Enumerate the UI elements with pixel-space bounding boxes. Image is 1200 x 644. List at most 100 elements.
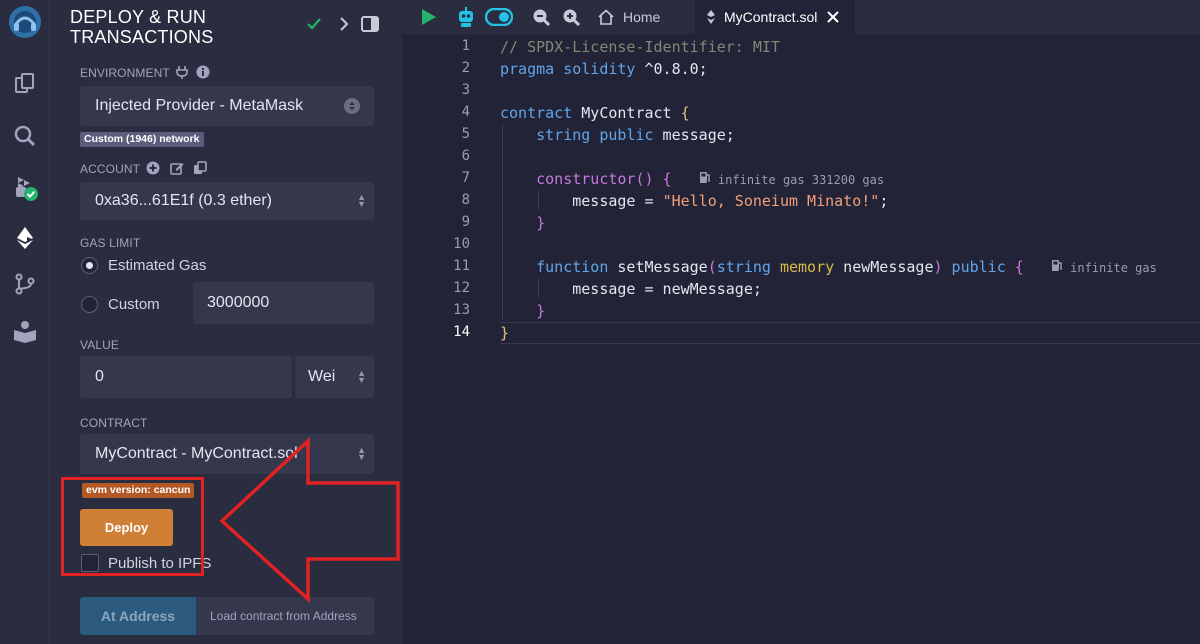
edit-icon[interactable] [170, 161, 184, 180]
deploy-run-icon[interactable] [7, 220, 43, 256]
value-input[interactable]: 0 [80, 356, 292, 398]
account-label: ACCOUNT [80, 162, 141, 176]
line-number: 7 [461, 170, 470, 186]
remix-logo-icon[interactable] [7, 4, 43, 40]
copy-icon[interactable] [193, 161, 207, 180]
code-line: string public message; [500, 124, 735, 146]
line-number: 3 [461, 82, 470, 98]
estimated-gas-label: Estimated Gas [108, 257, 207, 274]
close-icon[interactable] [827, 11, 840, 23]
code-token: () [635, 170, 654, 188]
code-line: // SPDX-License-Identifier: MIT [500, 38, 780, 56]
code-token: setMessage [608, 258, 708, 276]
code-line: contract MyContract { [500, 102, 690, 124]
code-line: pragma solidity ^0.8.0; [500, 58, 708, 80]
zoom-in-icon[interactable] [562, 8, 581, 31]
account-value: 0xa36...61E1f (0.3 ether) [95, 192, 272, 209]
custom-gas-label: Custom [108, 296, 160, 313]
tab-home[interactable]: Home [595, 0, 695, 34]
line-number: 13 [453, 302, 470, 318]
editor-tab-bar: Home MyContract.sol [402, 0, 1200, 34]
ai-assistant-icon[interactable] [456, 6, 476, 33]
code-token: newMessage [834, 258, 934, 276]
code-editor[interactable]: // SPDX-License-Identifier: MIT pragma s… [500, 36, 1157, 342]
code-line: message = "Hello, Soneium Minato!"; [500, 190, 888, 212]
network-badge: Custom (1946) network [80, 132, 204, 147]
tab-home-label: Home [623, 9, 661, 25]
gas-estimate-text: infinite gas [1070, 261, 1157, 275]
value-unit: Wei [308, 368, 336, 385]
line-number: 12 [453, 280, 470, 296]
toggle-panel-icon[interactable] [361, 16, 379, 37]
search-icon[interactable] [7, 118, 43, 154]
gas-limit-input[interactable]: 3000000 [193, 282, 374, 324]
value-unit-select[interactable]: Wei ▲ ▼ [295, 356, 374, 398]
line-number: 1 [461, 38, 470, 54]
info-icon[interactable] [196, 65, 210, 84]
add-account-icon[interactable] [146, 161, 160, 180]
line-number: 11 [453, 258, 470, 274]
code-token: memory [770, 258, 835, 276]
panel-title: DEPLOY & RUN TRANSACTIONS [70, 7, 270, 47]
current-line-highlight [500, 322, 1200, 344]
tab-file-label: MyContract.sol [724, 9, 818, 25]
code-token: ; [879, 192, 889, 210]
line-number: 2 [461, 60, 470, 76]
account-select[interactable]: 0xa36...61E1f (0.3 ether) ▲ ▼ [80, 182, 374, 220]
line-number: 8 [461, 192, 470, 208]
annotation-arrow [219, 437, 400, 603]
code-token: string [536, 126, 591, 144]
value-amount: 0 [95, 368, 104, 385]
gas-pump-icon [1051, 260, 1062, 271]
home-icon [598, 9, 614, 25]
code-token: pragma solidity [500, 60, 636, 78]
gas-estimate-hint: infinite gas [1051, 260, 1157, 275]
gas-pump-icon [699, 172, 710, 183]
code-line: } [500, 212, 545, 234]
git-icon[interactable] [7, 266, 43, 302]
at-address-button[interactable]: At Address [80, 597, 196, 635]
contract-label: CONTRACT [80, 416, 148, 430]
gas-estimate-hint: infinite gas 331200 gas [699, 172, 885, 187]
remix-ide: DEPLOY & RUN TRANSACTIONS ENVIRONMENT In… [0, 0, 1200, 644]
code-token: string [716, 258, 771, 276]
value-label: VALUE [80, 338, 119, 352]
code-token: message = newMessage; [572, 280, 762, 298]
code-token: ^0.8.0; [635, 60, 708, 78]
learneth-icon[interactable] [7, 314, 43, 350]
gas-estimate-text: infinite gas 331200 gas [717, 173, 885, 187]
solidity-compiler-icon[interactable] [7, 170, 43, 206]
select-arrows-icon [344, 98, 360, 114]
code-token: } [536, 302, 546, 320]
code-token: "Hello, Soneium Minato!" [662, 192, 880, 210]
code-token: message = [572, 192, 663, 210]
check-icon [307, 17, 321, 36]
file-explorer-icon[interactable] [7, 66, 43, 102]
chevron-right-icon[interactable] [338, 16, 350, 37]
code-token: public [942, 258, 1006, 276]
code-token: { [653, 170, 672, 188]
environment-select[interactable]: Injected Provider - MetaMask [80, 86, 374, 126]
gas-limit-value: 3000000 [207, 294, 270, 311]
code-line: constructor() { infinite gas 331200 gas [500, 168, 884, 190]
ai-toggle[interactable] [484, 7, 514, 31]
tab-mycontract-sol[interactable]: MyContract.sol [695, 0, 855, 34]
custom-gas-radio[interactable] [81, 296, 98, 313]
zoom-out-icon[interactable] [532, 8, 551, 31]
code-token: MyContract [572, 104, 681, 122]
select-arrows-icon: ▲ ▼ [357, 192, 366, 209]
run-script-icon[interactable] [421, 8, 437, 31]
code-token: message; [653, 126, 735, 144]
code-line: } [500, 324, 510, 342]
panel-title-line2: TRANSACTIONS [70, 27, 214, 47]
code-token: public [590, 126, 654, 144]
solidity-file-icon [707, 10, 715, 24]
code-token: { [680, 104, 690, 122]
line-number: 14 [453, 324, 470, 340]
line-number: 10 [453, 236, 470, 252]
estimated-gas-radio[interactable] [81, 257, 98, 274]
code-line: } [500, 300, 545, 322]
environment-label: ENVIRONMENT [80, 66, 170, 80]
icon-rail [0, 0, 50, 644]
line-number: 6 [461, 148, 470, 164]
